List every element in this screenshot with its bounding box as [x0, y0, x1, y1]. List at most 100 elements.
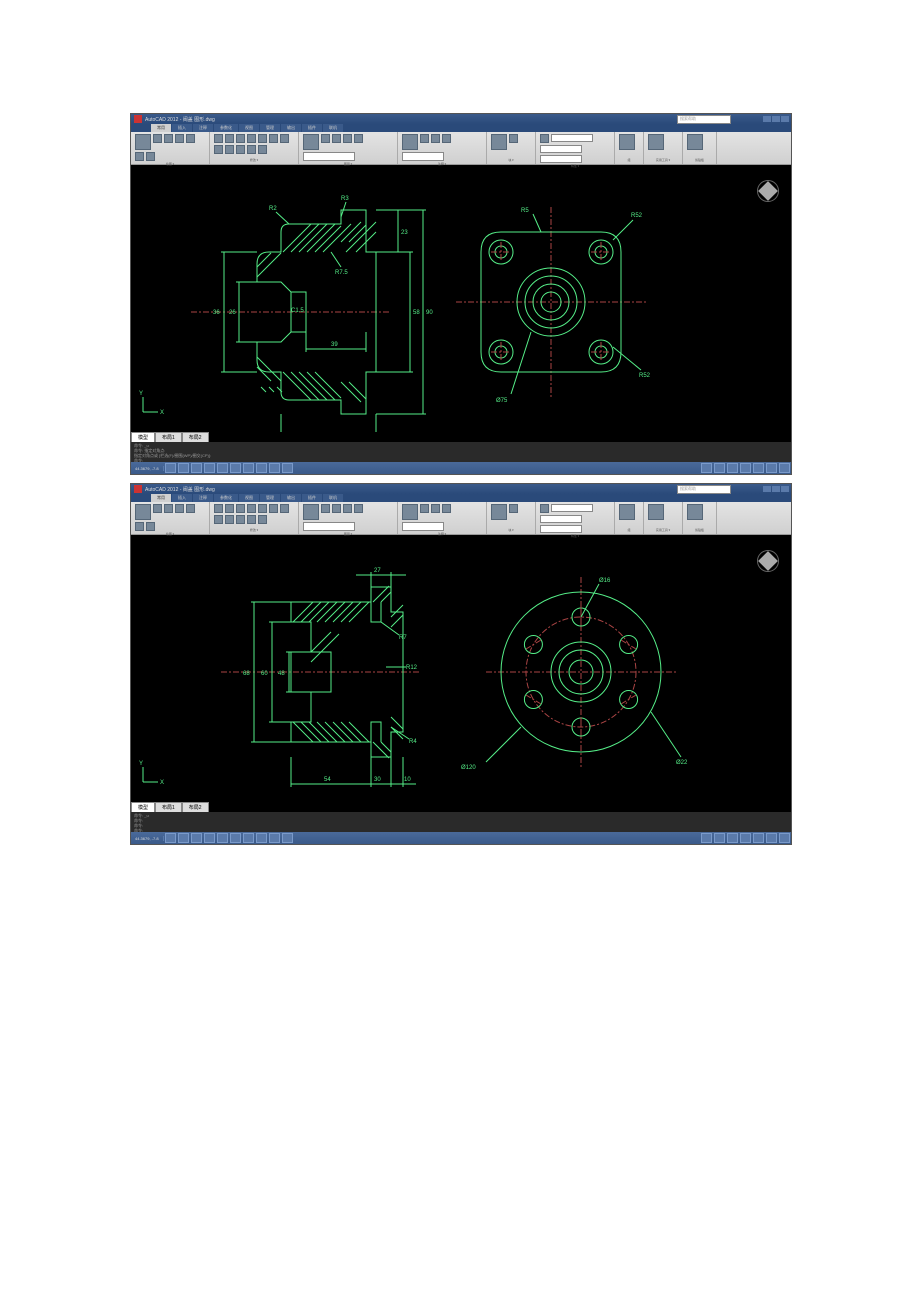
status-dyn-button[interactable]	[269, 463, 280, 473]
fillet-icon[interactable]	[214, 145, 223, 154]
status-ducs-button[interactable]	[256, 463, 267, 473]
viewport[interactable]: XY	[131, 172, 791, 432]
array-icon[interactable]	[225, 515, 234, 524]
layer-dropdown[interactable]	[303, 152, 355, 161]
table-icon[interactable]	[442, 134, 451, 143]
tab-view[interactable]: 视图	[239, 494, 259, 502]
status-iso-button[interactable]	[766, 833, 777, 843]
group-icon[interactable]	[619, 134, 635, 150]
measure-icon[interactable]	[648, 504, 664, 520]
tab-addins[interactable]: 插件	[302, 494, 322, 502]
command-line[interactable]: 命令: _u 命令: 命令: 命令:	[131, 812, 791, 832]
copy-icon[interactable]	[225, 134, 234, 143]
layer-lock-icon[interactable]	[343, 504, 352, 513]
copy-icon[interactable]	[225, 504, 234, 513]
close-button[interactable]	[781, 116, 789, 122]
explode-icon[interactable]	[247, 515, 256, 524]
status-annoscale-button[interactable]	[714, 833, 725, 843]
status-dyn-button[interactable]	[269, 833, 280, 843]
paste-icon[interactable]	[687, 504, 703, 520]
status-3dosnap-button[interactable]	[230, 833, 241, 843]
layer-off-icon[interactable]	[321, 504, 330, 513]
status-model-button[interactable]	[701, 833, 712, 843]
measure-icon[interactable]	[648, 134, 664, 150]
insert-block-icon[interactable]	[491, 134, 507, 150]
status-hw-button[interactable]	[753, 833, 764, 843]
ltype-dropdown[interactable]	[540, 155, 582, 163]
status-clean-button[interactable]	[779, 463, 790, 473]
status-otrack-button[interactable]	[243, 463, 254, 473]
line-icon[interactable]	[135, 504, 151, 520]
table-icon[interactable]	[442, 504, 451, 513]
status-snap-button[interactable]	[165, 463, 176, 473]
dim-icon[interactable]	[420, 134, 429, 143]
fillet-icon[interactable]	[214, 515, 223, 524]
layer-off-icon[interactable]	[321, 134, 330, 143]
match-icon[interactable]	[540, 134, 549, 143]
tab-view[interactable]: 视图	[239, 124, 259, 132]
status-ws-button[interactable]	[740, 463, 751, 473]
lweight-dropdown[interactable]	[540, 145, 582, 153]
status-hw-button[interactable]	[753, 463, 764, 473]
offset-icon[interactable]	[258, 515, 267, 524]
scale-icon[interactable]	[269, 134, 278, 143]
minimize-button[interactable]	[763, 116, 771, 122]
status-lwt-button[interactable]	[282, 833, 293, 843]
tab-output[interactable]: 输出	[281, 494, 301, 502]
insert-block-icon[interactable]	[491, 504, 507, 520]
layer-prop-icon[interactable]	[303, 134, 319, 150]
tab-insert[interactable]: 插入	[172, 494, 192, 502]
line-icon[interactable]	[135, 134, 151, 150]
create-block-icon[interactable]	[509, 504, 518, 513]
array-icon[interactable]	[225, 145, 234, 154]
rect-icon[interactable]	[175, 504, 184, 513]
group-icon[interactable]	[619, 504, 635, 520]
dimstyle-dropdown[interactable]	[402, 152, 444, 161]
ellipse-icon[interactable]	[135, 522, 144, 531]
rect-icon[interactable]	[175, 134, 184, 143]
status-polar-button[interactable]	[204, 463, 215, 473]
close-button[interactable]	[781, 486, 789, 492]
layer-color-icon[interactable]	[354, 134, 363, 143]
circle-icon[interactable]	[153, 134, 162, 143]
status-otrack-button[interactable]	[243, 833, 254, 843]
status-ducs-button[interactable]	[256, 833, 267, 843]
lweight-dropdown[interactable]	[540, 515, 582, 523]
tab-online[interactable]: 联机	[323, 494, 343, 502]
maximize-button[interactable]	[772, 486, 780, 492]
status-snap-button[interactable]	[165, 833, 176, 843]
layer-lock-icon[interactable]	[343, 134, 352, 143]
tab-home[interactable]: 常用	[151, 494, 171, 502]
offset-icon[interactable]	[258, 145, 267, 154]
layer-dropdown[interactable]	[303, 522, 355, 531]
trim-icon[interactable]	[280, 504, 289, 513]
arc-icon[interactable]	[164, 504, 173, 513]
tab-online[interactable]: 联机	[323, 124, 343, 132]
leader-icon[interactable]	[431, 134, 440, 143]
help-search-input[interactable]: 搜索帮助	[677, 485, 731, 494]
move-icon[interactable]	[214, 504, 223, 513]
rotate-icon[interactable]	[247, 134, 256, 143]
tab-param[interactable]: 参数化	[214, 494, 238, 502]
scale-icon[interactable]	[269, 504, 278, 513]
match-icon[interactable]	[540, 504, 549, 513]
status-annoviz-button[interactable]	[727, 463, 738, 473]
explode-icon[interactable]	[247, 145, 256, 154]
tab-insert[interactable]: 插入	[172, 124, 192, 132]
poly-icon[interactable]	[186, 504, 195, 513]
status-annoviz-button[interactable]	[727, 833, 738, 843]
status-model-button[interactable]	[701, 463, 712, 473]
text-icon[interactable]	[402, 504, 418, 520]
status-iso-button[interactable]	[766, 463, 777, 473]
status-osnap-button[interactable]	[217, 833, 228, 843]
stretch-icon[interactable]	[236, 134, 245, 143]
erase-icon[interactable]	[236, 145, 245, 154]
color-dropdown[interactable]	[551, 134, 593, 142]
command-line[interactable]: 命令: _u 命令: 指定对角点: 指定对角点或 [栏选(F)/圈围(WP)/圈…	[131, 442, 791, 462]
circle-icon[interactable]	[153, 504, 162, 513]
status-osnap-button[interactable]	[217, 463, 228, 473]
layer-color-icon[interactable]	[354, 504, 363, 513]
status-ws-button[interactable]	[740, 833, 751, 843]
tab-param[interactable]: 参数化	[214, 124, 238, 132]
layer-freeze-icon[interactable]	[332, 134, 341, 143]
